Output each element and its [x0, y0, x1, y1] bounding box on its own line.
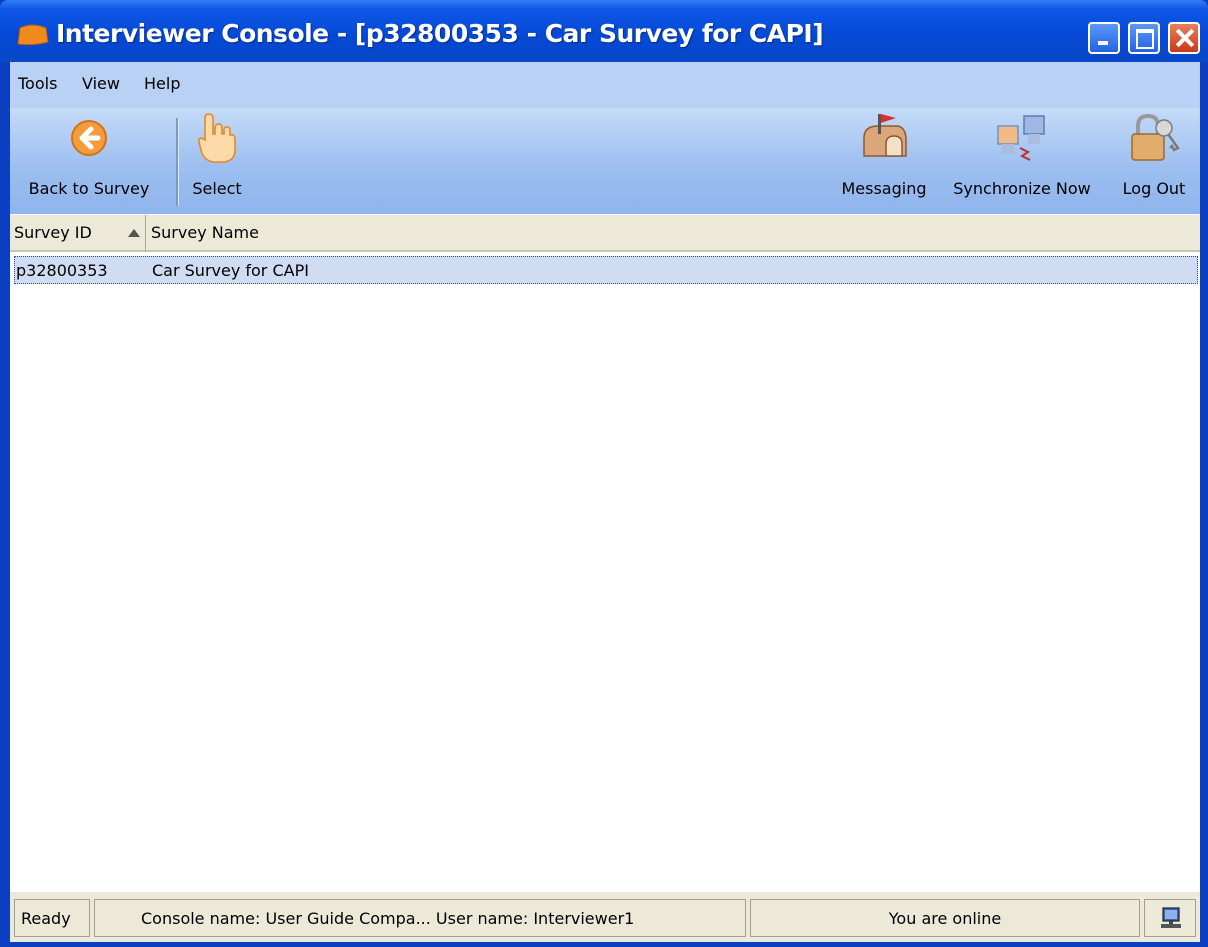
list-header: Survey ID Survey Name — [10, 214, 1200, 252]
padlock-key-icon — [1131, 113, 1180, 161]
status-ready: Ready — [14, 899, 90, 937]
messaging-label: Messaging — [841, 179, 927, 198]
log-out-button[interactable]: Log Out — [1112, 112, 1196, 210]
mailbox-icon — [863, 114, 907, 157]
menu-help[interactable]: Help — [144, 74, 180, 93]
table-row[interactable]: p32800353 Car Survey for CAPI — [14, 256, 1198, 284]
minimize-button[interactable] — [1088, 22, 1120, 54]
maximize-button[interactable] — [1128, 22, 1160, 54]
status-bar: Ready Console name: User Guide Compa... … — [10, 892, 1200, 942]
column-header-survey-name[interactable]: Survey Name — [147, 215, 1200, 251]
menu-bar: Tools View Help — [10, 62, 1200, 108]
survey-name-cell: Car Survey for CAPI — [152, 261, 309, 280]
close-button[interactable] — [1168, 22, 1200, 54]
app-window: Interviewer Console - [p32800353 - Car S… — [0, 0, 1208, 947]
survey-id-cell: p32800353 — [16, 261, 108, 280]
column-header-survey-id[interactable]: Survey ID — [10, 215, 146, 251]
hand-pointer-icon — [198, 113, 236, 163]
select-label: Select — [192, 179, 242, 198]
sync-computers-icon — [997, 115, 1045, 161]
log-out-label: Log Out — [1122, 179, 1186, 198]
survey-list[interactable]: p32800353 Car Survey for CAPI — [10, 252, 1200, 890]
title-bar[interactable]: Interviewer Console - [p32800353 - Car S… — [0, 0, 1208, 62]
survey-name-header-label: Survey Name — [151, 223, 259, 242]
toolbar: Back to Survey Select Messaging Synchron… — [10, 108, 1200, 214]
menu-view[interactable]: View — [82, 74, 120, 93]
network-computer-icon — [1161, 907, 1181, 928]
back-to-survey-label: Back to Survey — [28, 179, 150, 198]
survey-id-header-label: Survey ID — [14, 223, 92, 242]
sort-ascending-icon — [128, 229, 140, 237]
status-online: You are online — [750, 899, 1140, 937]
toolbar-separator — [176, 118, 179, 206]
app-logo-icon — [17, 24, 49, 46]
back-arrow-icon — [71, 120, 107, 156]
menu-tools[interactable]: Tools — [18, 74, 57, 93]
synchronize-now-button[interactable]: Synchronize Now — [940, 112, 1104, 210]
client-area: Tools View Help Back to Survey Select Me… — [10, 62, 1200, 942]
window-title: Interviewer Console - [p32800353 - Car S… — [56, 19, 824, 48]
messaging-button[interactable]: Messaging — [836, 112, 932, 210]
status-icon-panel — [1144, 899, 1196, 937]
status-console-info: Console name: User Guide Compa... User n… — [94, 899, 746, 937]
select-button[interactable]: Select — [182, 112, 252, 210]
back-to-survey-button[interactable]: Back to Survey — [14, 112, 164, 210]
synchronize-now-label: Synchronize Now — [953, 179, 1091, 198]
